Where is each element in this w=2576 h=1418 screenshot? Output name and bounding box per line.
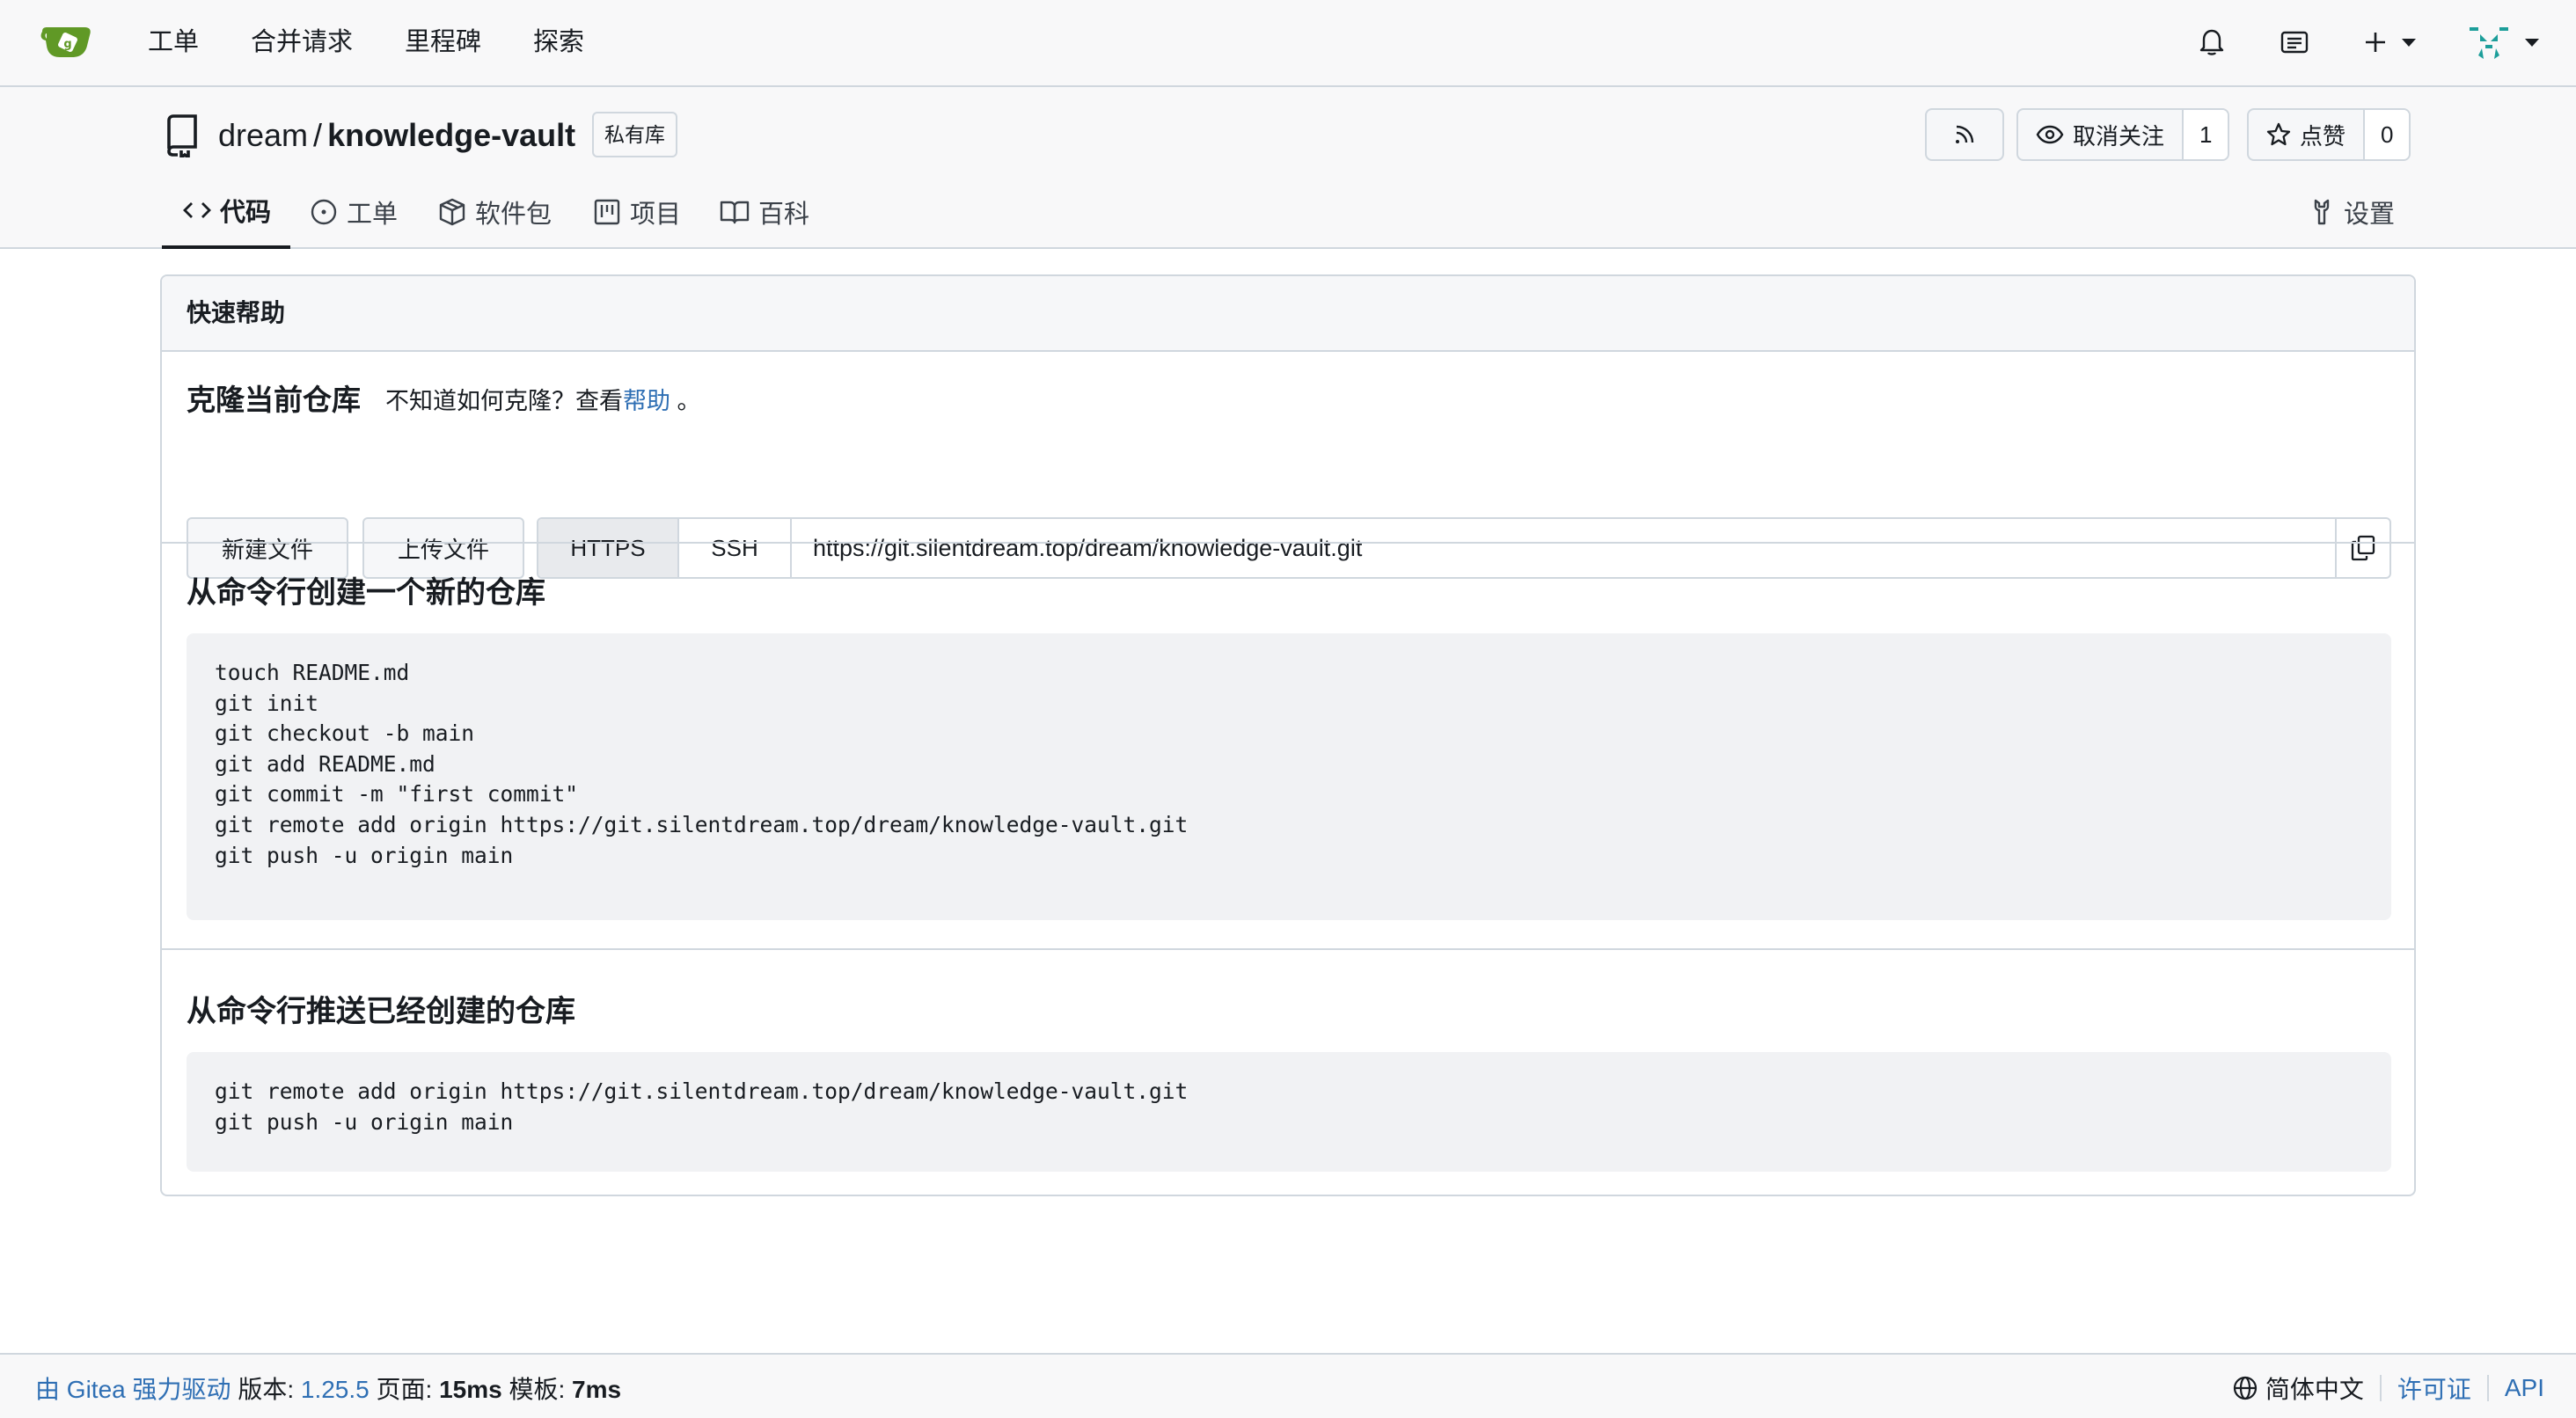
star-button[interactable]: 点赞 xyxy=(2249,110,2363,159)
powered-gitea: Gitea xyxy=(66,1376,126,1403)
new-repo-code-block: touch README.md git init git checkout -b… xyxy=(187,633,2391,920)
watch-button[interactable]: 取消关注 xyxy=(2018,110,2182,159)
clone-help-link[interactable]: 帮助 xyxy=(623,388,670,414)
tools-icon xyxy=(2314,199,2330,225)
section-divider xyxy=(162,948,2414,950)
star-count[interactable]: 0 xyxy=(2363,110,2410,159)
version-link[interactable]: 1.25.5 xyxy=(301,1376,370,1403)
quick-help-card: 快速帮助 克隆当前仓库 不知道如何克隆？查看帮助 。 新建文件 上传文件 HTT… xyxy=(160,274,2416,1196)
ssh-button[interactable]: SSH xyxy=(679,519,792,577)
tasks-icon[interactable] xyxy=(2277,25,2312,60)
repo-title: dream / knowledge-vault xyxy=(218,113,575,157)
repo-name-link[interactable]: knowledge-vault xyxy=(327,117,575,153)
clone-title: 克隆当前仓库 xyxy=(187,384,361,416)
clone-hint-text: 不知道如何克隆？查看 xyxy=(385,388,623,414)
rss-button[interactable] xyxy=(1925,108,2004,161)
push-existing-title: 从命令行推送已经创建的仓库 xyxy=(187,995,575,1028)
clone-url-box: HTTPS SSH https://git.silentdream.top/dr… xyxy=(537,517,2391,579)
tab-settings[interactable]: 设置 xyxy=(2309,175,2395,249)
tab-code[interactable]: 代码 xyxy=(162,175,290,249)
clone-url-input[interactable]: https://git.silentdream.top/dream/knowle… xyxy=(792,519,2335,577)
bell-icon[interactable] xyxy=(2194,25,2229,60)
push-existing-code-block: git remote add origin https://git.silent… xyxy=(187,1052,2391,1172)
chevron-down-icon[interactable] xyxy=(2402,39,2416,47)
svg-text:g: g xyxy=(63,38,71,51)
nav-milestones[interactable]: 里程碑 xyxy=(405,25,481,60)
footer-right: 简体中文 许可证 API xyxy=(2232,1370,2544,1406)
language-selector[interactable]: 简体中文 xyxy=(2232,1370,2364,1406)
chevron-down-icon[interactable] xyxy=(2525,39,2539,47)
project-icon xyxy=(594,199,620,225)
footer: 由 Gitea 强力驱动 版本: 1.25.5 页面: 15ms 模板: 7ms… xyxy=(0,1353,2576,1418)
issue-opened-icon xyxy=(311,199,337,225)
repo-header: dream/knowledge-vault 私有库 取消关注 1 点赞 0 xyxy=(0,87,2576,249)
nav-issues[interactable]: 工单 xyxy=(148,25,199,60)
powered-by-link[interactable]: 由 Gitea 强力驱动 xyxy=(35,1376,231,1403)
template-time: 7ms xyxy=(572,1376,622,1403)
footer-divider xyxy=(2486,1375,2489,1401)
clone-hint: 不知道如何克隆？查看帮助 。 xyxy=(385,382,701,416)
tab-wiki[interactable]: 百科 xyxy=(720,175,809,249)
watch-label: 取消关注 xyxy=(2073,122,2165,150)
book-icon xyxy=(720,201,750,224)
tab-issues-label: 工单 xyxy=(347,201,399,229)
eye-icon xyxy=(2036,125,2064,144)
repo-owner-link[interactable]: dream xyxy=(218,117,308,153)
version-label: 版本: xyxy=(238,1376,295,1403)
clone-hint-suffix: 。 xyxy=(670,388,701,414)
tab-settings-label: 设置 xyxy=(2344,201,2396,229)
tab-projects[interactable]: 项目 xyxy=(593,175,681,249)
nav-explore[interactable]: 探索 xyxy=(533,25,584,60)
footer-left: 由 Gitea 强力驱动 版本: 1.25.5 页面: 15ms 模板: 7ms xyxy=(35,1370,621,1406)
new-repo-title: 从命令行创建一个新的仓库 xyxy=(187,576,545,610)
tab-packages-label: 软件包 xyxy=(475,201,553,229)
powered-prefix: 由 xyxy=(35,1376,61,1403)
avatar[interactable] xyxy=(2467,21,2511,65)
watch-count[interactable]: 1 xyxy=(2182,110,2228,159)
section-divider xyxy=(162,542,2414,544)
star-icon xyxy=(2266,122,2291,146)
copy-icon[interactable] xyxy=(2335,519,2389,577)
powered-suffix: 强力驱动 xyxy=(132,1376,231,1403)
watch-button-group: 取消关注 1 xyxy=(2016,108,2230,161)
nav-pull-requests[interactable]: 合并请求 xyxy=(251,25,353,60)
plus-icon[interactable] xyxy=(2358,25,2393,60)
rss-icon xyxy=(1927,110,2002,159)
repo-separator: / xyxy=(313,117,323,153)
package-icon xyxy=(439,198,465,226)
code-icon xyxy=(183,202,211,218)
page-time: 15ms xyxy=(439,1376,502,1403)
template-label: 模板: xyxy=(509,1376,566,1403)
tab-packages[interactable]: 软件包 xyxy=(438,175,552,249)
globe-icon xyxy=(2233,1376,2257,1400)
tab-issues[interactable]: 工单 xyxy=(310,175,398,249)
footer-divider xyxy=(2379,1375,2382,1401)
tab-code-label: 代码 xyxy=(220,199,272,227)
page-label: 页面: xyxy=(376,1376,433,1403)
top-navbar: g 工单 合并请求 里程碑 探索 xyxy=(0,0,2576,87)
private-badge: 私有库 xyxy=(592,112,677,157)
repo-icon xyxy=(164,113,202,161)
star-label: 点赞 xyxy=(2300,122,2346,150)
quick-help-header: 快速帮助 xyxy=(162,276,2414,352)
tab-wiki-label: 百科 xyxy=(758,201,810,229)
star-button-group: 点赞 0 xyxy=(2247,108,2411,161)
https-button[interactable]: HTTPS xyxy=(538,519,679,577)
api-link[interactable]: API xyxy=(2505,1374,2544,1402)
language-label: 简体中文 xyxy=(2265,1376,2364,1403)
gitea-logo-icon[interactable]: g xyxy=(39,23,93,62)
license-link[interactable]: 许可证 xyxy=(2397,1370,2471,1406)
tab-projects-label: 项目 xyxy=(630,201,682,229)
